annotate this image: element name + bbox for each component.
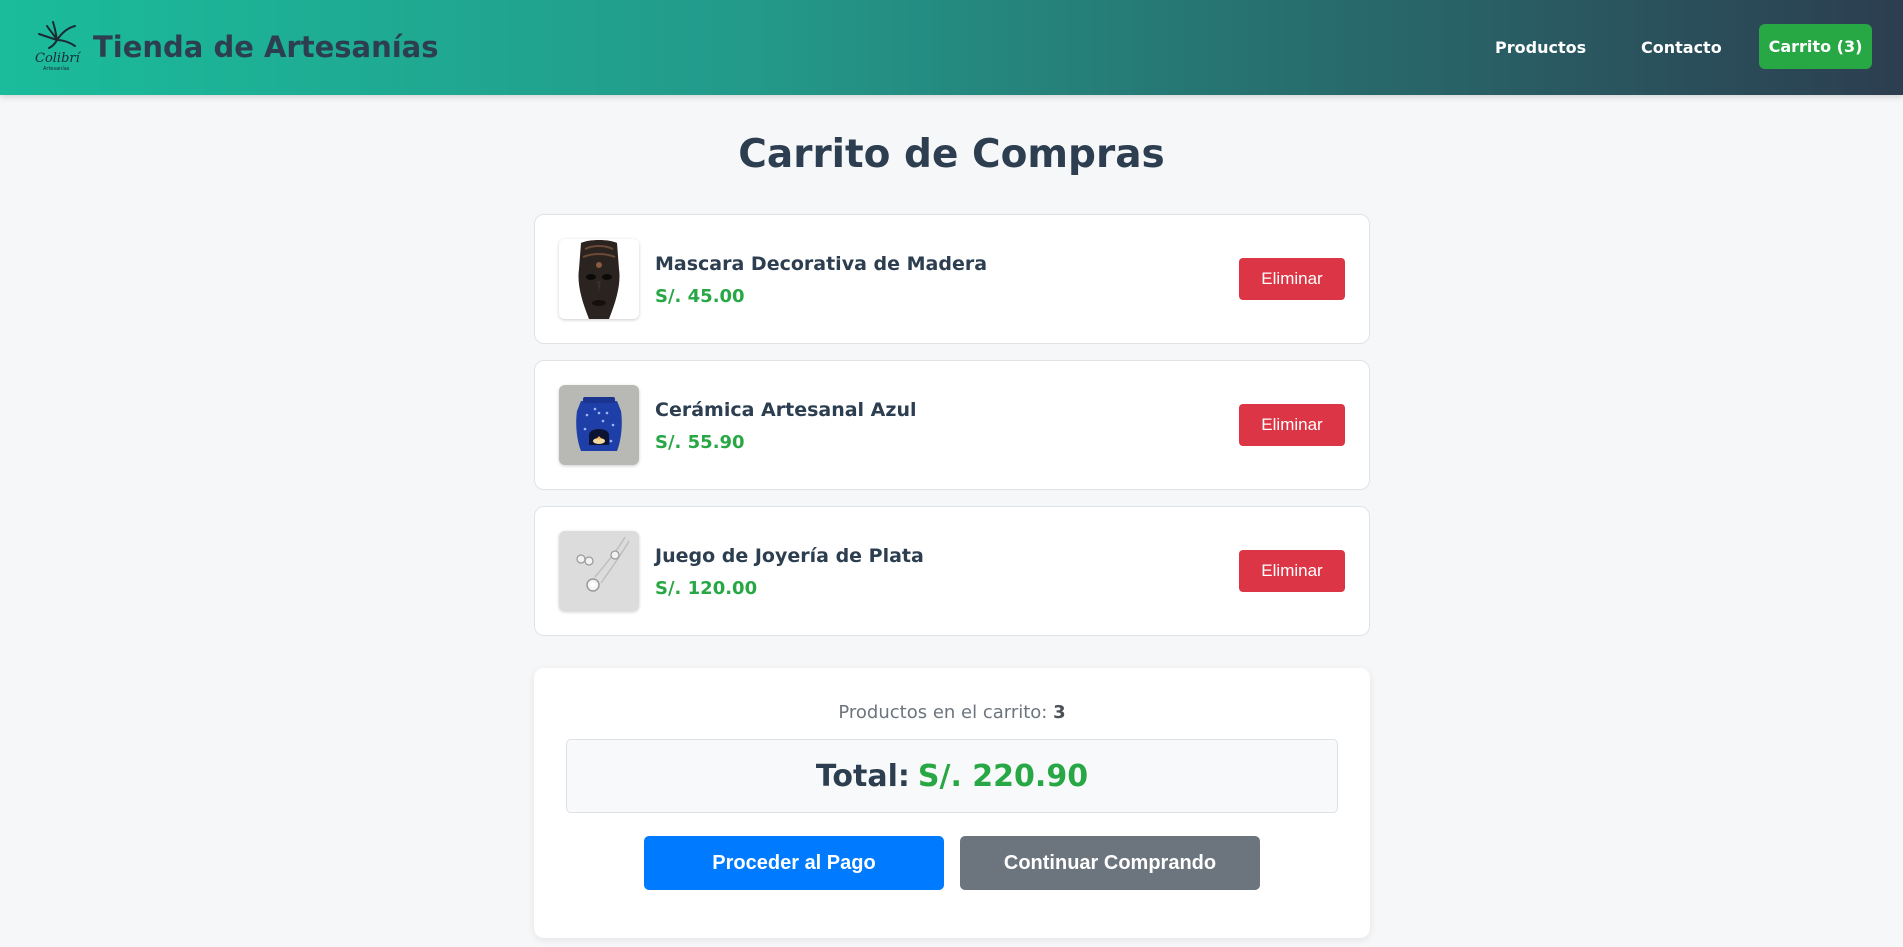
cart-summary: Productos en el carrito: 3 Total: S/. 22… — [534, 668, 1370, 938]
colibri-logo[interactable]: Colibrí Artesanías — [33, 18, 82, 72]
cart-item: Mascara Decorativa de Madera S/. 45.00 E… — [534, 214, 1370, 344]
item-price: S/. 120.00 — [655, 578, 758, 599]
cart-button[interactable]: Carrito (3) — [1759, 24, 1872, 69]
total-box: Total: S/. 220.90 — [566, 739, 1338, 813]
blue-ceramic-image — [559, 385, 639, 465]
cart-item: Juego de Joyería de Plata S/. 120.00 Eli… — [534, 506, 1370, 636]
silver-jewelry-image — [559, 531, 639, 611]
remove-button[interactable]: Eliminar — [1239, 550, 1345, 592]
wooden-mask-image — [559, 239, 639, 319]
svg-text:Colibrí: Colibrí — [35, 51, 81, 66]
item-price: S/. 55.90 — [655, 432, 745, 453]
nav-link-productos[interactable]: Productos — [1495, 38, 1586, 57]
checkout-button[interactable]: Proceder al Pago — [644, 836, 944, 890]
page-title: Carrito de Compras — [738, 132, 1165, 177]
cart-count-label: Productos en el carrito: — [838, 702, 1048, 723]
item-name[interactable]: Cerámica Artesanal Azul — [655, 399, 916, 421]
svg-text:Artesanías: Artesanías — [43, 65, 70, 72]
remove-button[interactable]: Eliminar — [1239, 404, 1345, 446]
item-name[interactable]: Juego de Joyería de Plata — [655, 545, 924, 567]
item-price: S/. 45.00 — [655, 286, 745, 307]
site-header: Colibrí Artesanías Tienda de Artesanías … — [0, 0, 1903, 95]
cart-item: Cerámica Artesanal Azul S/. 55.90 Elimin… — [534, 360, 1370, 490]
remove-button[interactable]: Eliminar — [1239, 258, 1345, 300]
cart-count: Productos en el carrito: 3 — [534, 702, 1370, 723]
continue-shopping-button[interactable]: Continuar Comprando — [960, 836, 1260, 890]
site-title[interactable]: Tienda de Artesanías — [93, 30, 439, 64]
cart-count-value: 3 — [1053, 702, 1066, 723]
total-label: Total: — [815, 758, 910, 794]
item-name[interactable]: Mascara Decorativa de Madera — [655, 253, 987, 275]
nav-link-contacto[interactable]: Contacto — [1641, 38, 1722, 57]
total-value: S/. 220.90 — [917, 758, 1089, 794]
